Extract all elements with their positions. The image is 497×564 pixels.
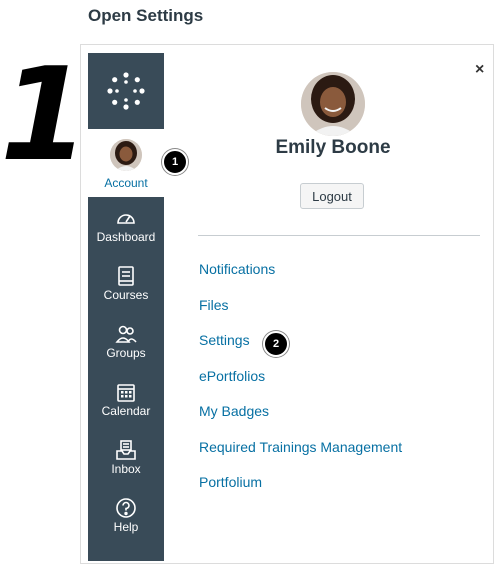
profile-avatar — [301, 72, 365, 136]
close-icon[interactable]: × — [475, 61, 484, 79]
canvas-logo-icon — [107, 72, 145, 110]
account-links: Notifications Files Settings ePortfolios… — [199, 261, 402, 510]
nav-item-label: Groups — [106, 346, 146, 360]
nav-item-dashboard[interactable]: Dashboard — [88, 203, 164, 261]
link-portfolium[interactable]: Portfolium — [199, 474, 402, 510]
nav-item-groups[interactable]: Groups — [88, 319, 164, 377]
link-my-badges[interactable]: My Badges — [199, 403, 402, 439]
nav-item-label: Calendar — [101, 404, 151, 418]
groups-icon — [115, 325, 137, 343]
logout-button[interactable]: Logout — [300, 183, 364, 209]
nav-item-label: Courses — [103, 288, 149, 302]
page-heading: Open Settings — [88, 6, 204, 25]
nav-item-courses[interactable]: Courses — [88, 261, 164, 319]
nav-item-label: Account — [104, 176, 148, 190]
nav-item-help[interactable]: Help — [88, 493, 164, 551]
link-settings[interactable]: Settings — [199, 332, 402, 368]
inbox-icon — [116, 440, 136, 460]
nav-item-label: Help — [113, 520, 139, 534]
nav-item-account[interactable]: Account — [88, 129, 164, 197]
step-number-large: 1 — [0, 41, 90, 190]
canvas-logo[interactable] — [88, 53, 164, 129]
nav-item-inbox[interactable]: Inbox — [88, 435, 164, 493]
link-files[interactable]: Files — [199, 297, 402, 333]
user-name: Emily Boone — [275, 137, 391, 158]
link-notifications[interactable]: Notifications — [199, 261, 402, 297]
help-icon — [116, 498, 136, 518]
nav-item-calendar[interactable]: Calendar — [88, 377, 164, 435]
dashboard-icon — [117, 214, 135, 224]
link-eportfolios[interactable]: ePortfolios — [199, 368, 402, 404]
avatar — [110, 139, 142, 171]
calendar-icon — [117, 384, 135, 402]
global-navigation: Account Dashboard Courses Groups Calenda… — [88, 53, 164, 561]
nav-item-label: Inbox — [111, 462, 141, 476]
divider — [198, 235, 480, 236]
link-required-trainings-management[interactable]: Required Trainings Management — [199, 439, 402, 475]
step-badge-settings: 2 — [263, 331, 289, 357]
nav-item-label: Dashboard — [96, 230, 156, 244]
step-badge-account: 1 — [162, 149, 188, 175]
courses-icon — [118, 266, 134, 286]
account-tray-screenshot: Account Dashboard Courses Groups Calenda… — [80, 44, 494, 564]
